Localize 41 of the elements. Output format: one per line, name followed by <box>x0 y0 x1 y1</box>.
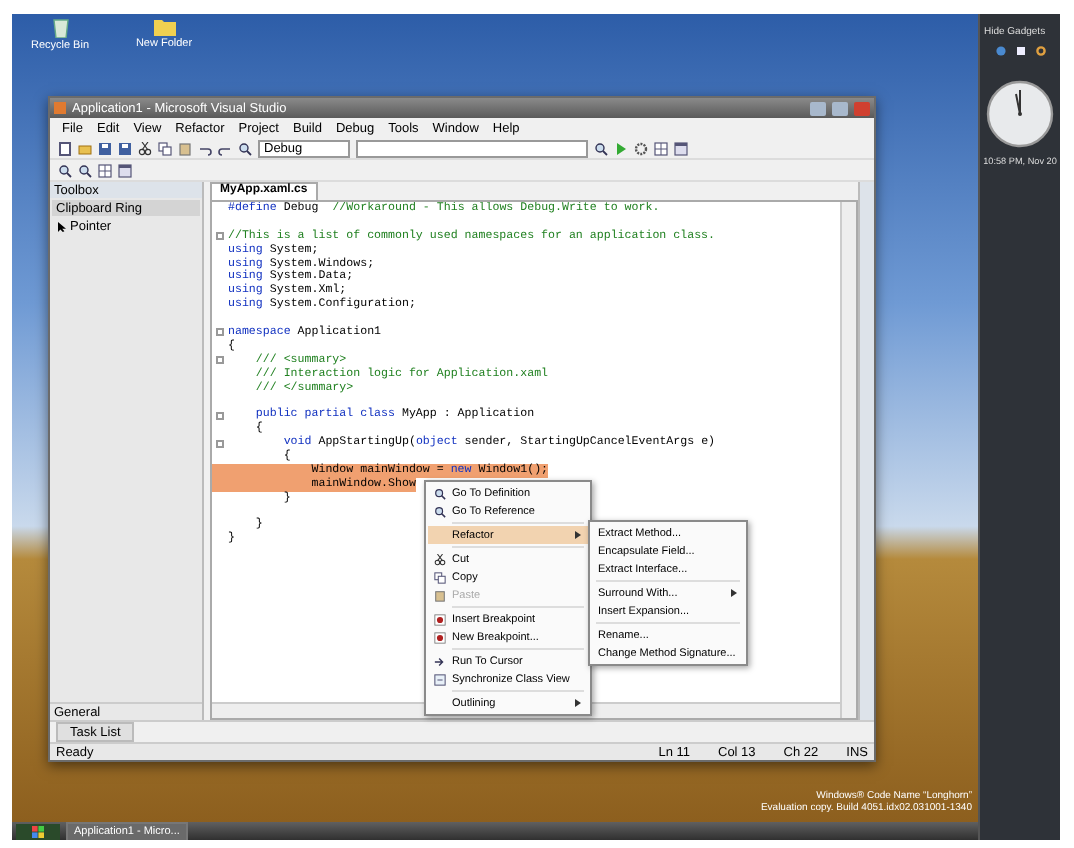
magnifier-icon[interactable] <box>58 163 72 177</box>
magnifier-icon[interactable] <box>594 141 608 155</box>
scissors-icon[interactable] <box>138 141 152 155</box>
breakpoint-icon <box>434 613 446 625</box>
save-icon[interactable] <box>118 141 132 155</box>
window-icon[interactable] <box>674 141 688 155</box>
app-icon <box>54 102 66 114</box>
magnifier-icon <box>434 505 446 517</box>
scissors-icon <box>434 553 446 565</box>
window-icon[interactable] <box>118 163 132 177</box>
class-view-icon <box>434 673 446 685</box>
magnifier-icon[interactable] <box>78 163 92 177</box>
grid-icon[interactable] <box>654 141 668 155</box>
globe-icon[interactable] <box>995 46 1005 56</box>
page-icon[interactable] <box>58 141 72 155</box>
fold-marker[interactable] <box>216 232 224 241</box>
clipboard-icon <box>434 589 446 601</box>
pointer-icon <box>58 222 66 232</box>
copy-icon <box>434 571 446 583</box>
note-icon[interactable] <box>1015 46 1025 56</box>
flag-icon <box>32 825 44 837</box>
clipboard-icon[interactable] <box>178 141 192 155</box>
copy-icon[interactable] <box>158 141 172 155</box>
fold-marker[interactable] <box>216 411 224 420</box>
submenu-arrow-icon <box>730 588 738 598</box>
fold-marker[interactable] <box>216 356 224 365</box>
breakpoint-icon <box>434 631 446 643</box>
play-icon[interactable] <box>614 141 628 155</box>
arrow-icon <box>434 655 446 667</box>
start-button[interactable] <box>16 823 60 839</box>
submenu-arrow-icon <box>574 698 582 708</box>
save-icon[interactable] <box>98 141 112 155</box>
folder-icon[interactable] <box>78 141 92 155</box>
magnifier-icon <box>434 487 446 499</box>
vertical-scrollbar[interactable] <box>840 202 856 718</box>
clock-drawing <box>986 80 1054 148</box>
fold-marker[interactable] <box>216 328 224 337</box>
fold-marker[interactable] <box>216 439 224 448</box>
magnifier-icon[interactable] <box>238 141 252 155</box>
grid-icon[interactable] <box>98 163 112 177</box>
submenu-arrow-icon <box>574 530 582 540</box>
